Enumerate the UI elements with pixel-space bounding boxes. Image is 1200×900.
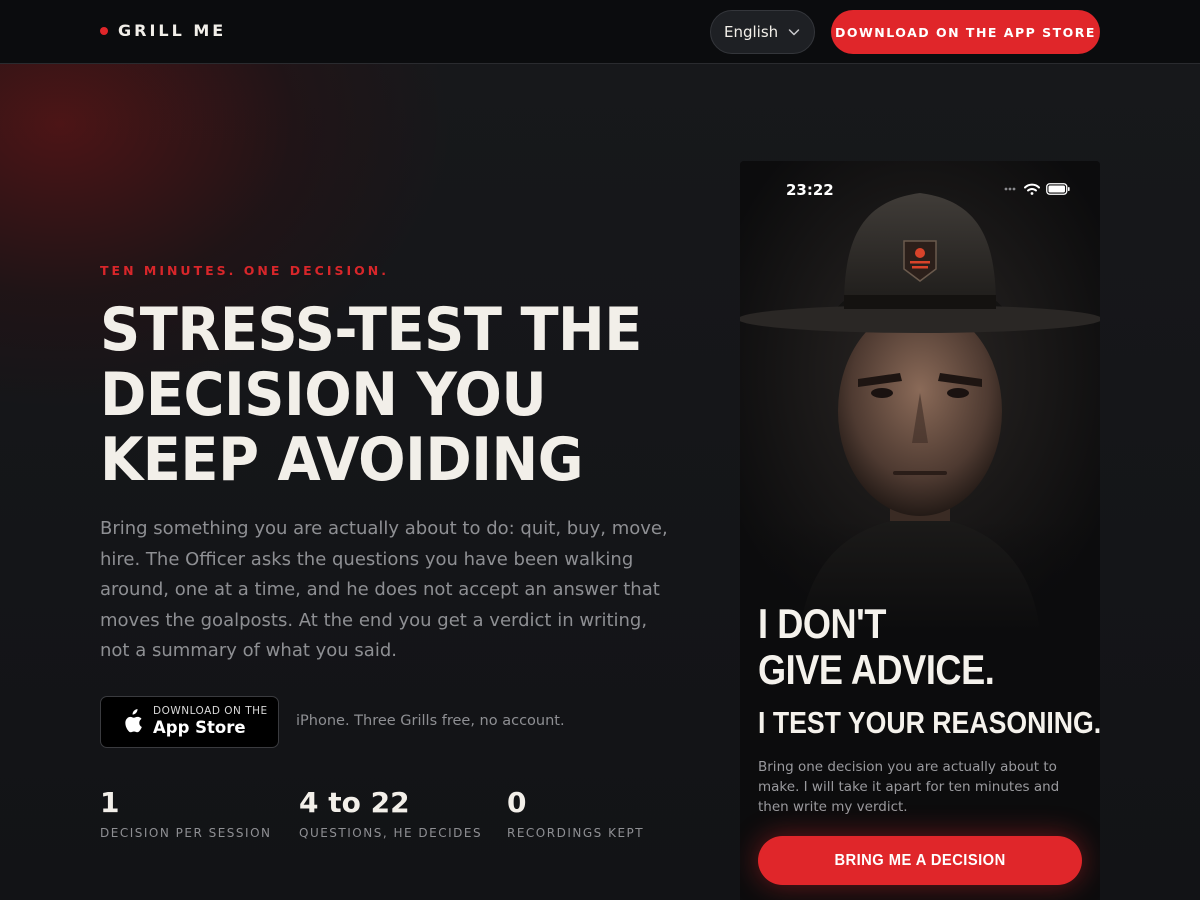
hero-eyebrow: TEN MINUTES. ONE DECISION. xyxy=(100,263,389,278)
hero-intro: Bring something you are actually about t… xyxy=(100,518,668,662)
headline-line: STRESS-TEST THE xyxy=(100,295,642,365)
stat-recordings: 0 RECORDINGS KEPT xyxy=(507,786,644,840)
stat-value: 1 xyxy=(100,786,120,819)
phone-title-line: I DON'T xyxy=(758,600,886,647)
phone-subtitle: I TEST YOUR REASONING. xyxy=(758,705,1100,740)
brand-logo[interactable]: GRILL ME xyxy=(100,21,226,40)
download-button-label: DOWNLOAD ON THE APP STORE xyxy=(835,24,1096,40)
chevron-down-icon xyxy=(788,29,800,36)
stat-questions: 4 to 22 QUESTIONS, HE DECIDES xyxy=(299,786,482,840)
app-store-big-text: App Store xyxy=(153,718,246,737)
stat-value: 0 xyxy=(507,786,527,819)
status-time: 23:22 xyxy=(786,181,834,199)
download-app-store-button[interactable]: DOWNLOAD ON THE APP STORE xyxy=(831,10,1100,54)
wifi-icon xyxy=(1024,183,1040,195)
brand-name: GRILL ME xyxy=(118,21,227,40)
app-store-small-text: Download on the xyxy=(153,705,268,717)
bring-decision-button[interactable]: BRING ME A DECISION xyxy=(758,836,1082,885)
stat-decisions: 1 DECISION PER SESSION xyxy=(100,786,272,840)
language-value: English xyxy=(724,23,779,41)
phone-mockup: 23:22 I DON'T GIVE ADVICE. I TEST YOUR R… xyxy=(740,161,1100,900)
hero-headline: STRESS-TEST THE DECISION YOU KEEP AVOIDI… xyxy=(100,298,658,493)
stat-label: QUESTIONS, HE DECIDES xyxy=(299,826,483,840)
app-note: iPhone. Three Grills free, no account. xyxy=(296,713,565,729)
stat-value: 4 to 22 xyxy=(299,786,410,819)
top-bar: GRILL ME English DOWNLOAD ON THE APP STO… xyxy=(0,0,1200,64)
app-store-badge-button[interactable]: Download on the App Store xyxy=(100,696,279,748)
stat-label: DECISION PER SESSION xyxy=(100,826,272,840)
headline-line: KEEP AVOIDING xyxy=(100,425,584,495)
battery-icon xyxy=(1046,183,1070,195)
signal-icon xyxy=(1004,187,1016,191)
phone-body-text: Bring one decision you are actually abou… xyxy=(758,759,1060,815)
phone-title-line: GIVE ADVICE. xyxy=(758,646,995,693)
apple-icon xyxy=(125,709,142,733)
language-select[interactable]: English xyxy=(710,10,815,54)
headline-line: DECISION YOU xyxy=(100,360,547,430)
stat-label: RECORDINGS KEPT xyxy=(507,826,645,840)
status-icons xyxy=(1004,183,1070,195)
officer-portrait xyxy=(740,161,1100,631)
phone-title: I DON'T GIVE ADVICE. xyxy=(758,601,1042,693)
bring-decision-label: BRING ME A DECISION xyxy=(834,851,1006,869)
brand-dot-icon xyxy=(100,26,108,35)
